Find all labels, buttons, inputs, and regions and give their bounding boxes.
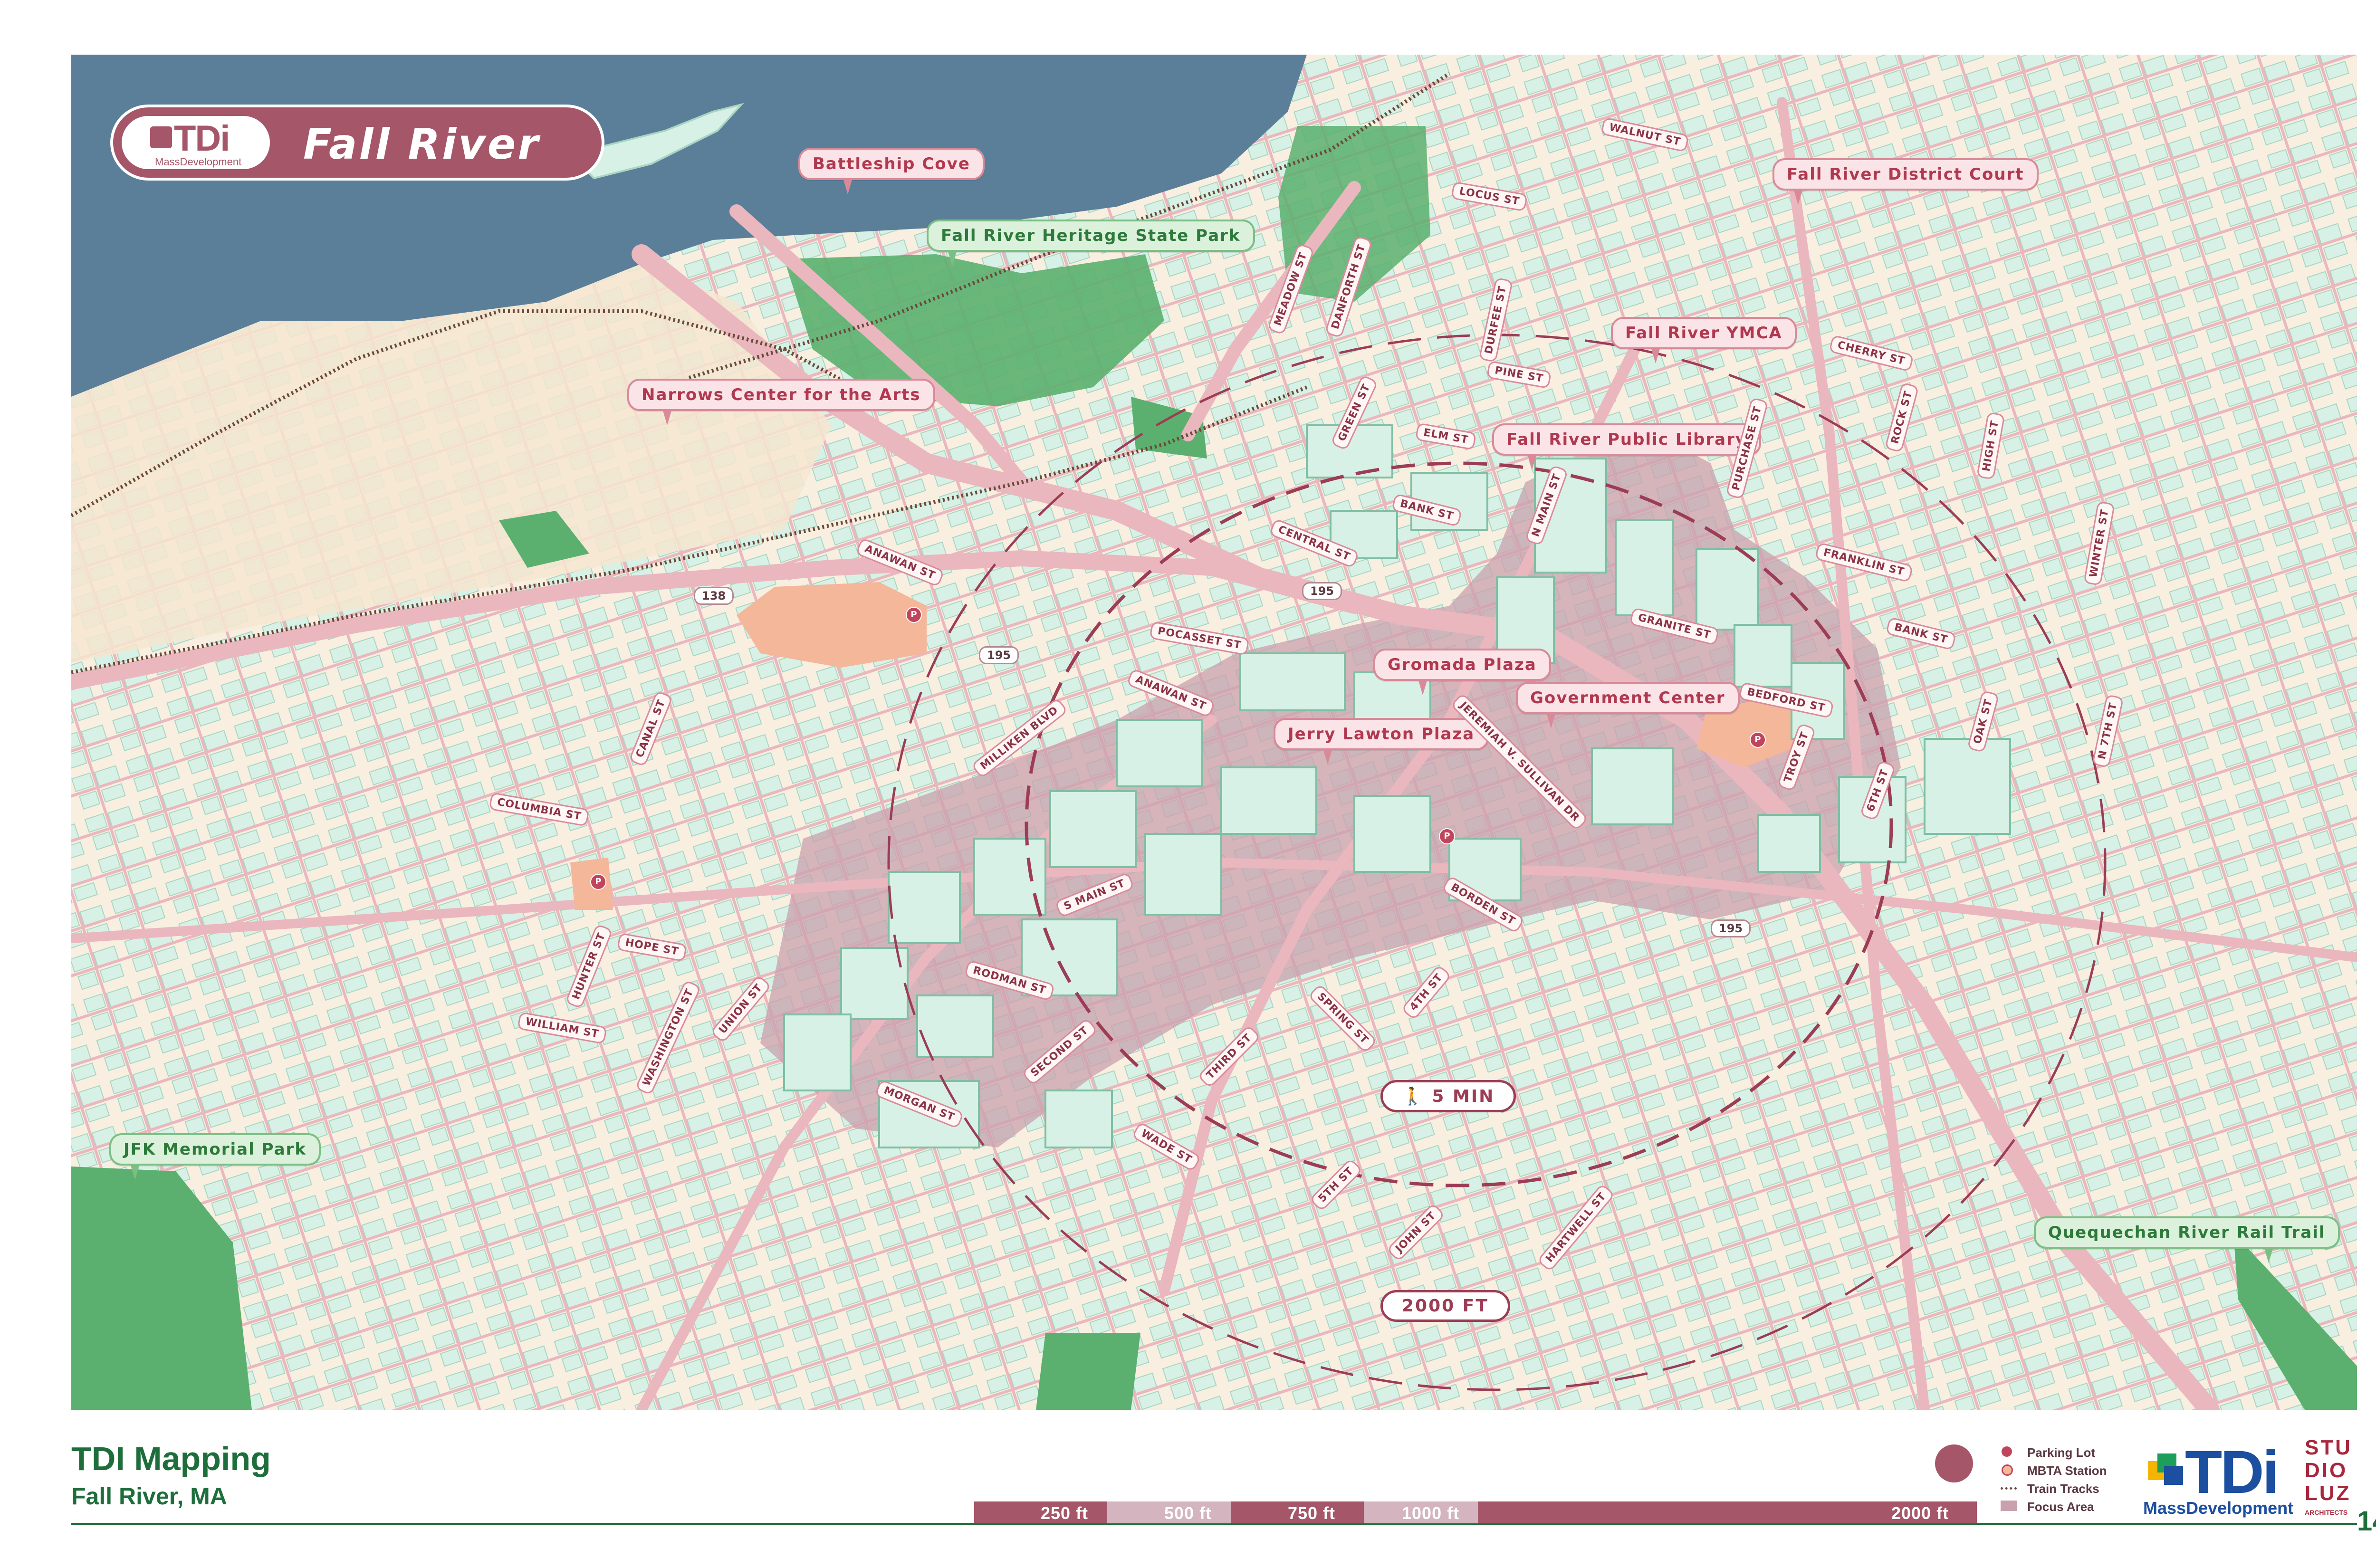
legend-label: Parking Lot [2027, 1445, 2096, 1460]
footer-title: TDI Mapping [71, 1440, 271, 1477]
scale-bar: 250 ft 500 ft 750 ft 1000 ft 2000 ft [974, 1501, 1977, 1523]
callout-label: Quequechan River Rail Trail [2048, 1223, 2326, 1242]
callout-label: JFK Memorial Park [124, 1140, 307, 1159]
callout-heritage-park[interactable]: Fall River Heritage State Park [927, 220, 1255, 266]
pedestrian-icon: 🚶 [1402, 1087, 1432, 1106]
walk-time-text: 5 MIN [1432, 1087, 1495, 1106]
route-shield-138: 138 [694, 587, 734, 605]
route-shield-195: 195 [1711, 919, 1751, 937]
scale-segment: 250 ft [974, 1501, 1107, 1523]
scale-label: 1000 ft [1402, 1503, 1460, 1523]
legend-item: Focus Area [2001, 1499, 2153, 1515]
callout-label: Fall River District Court [1787, 165, 2024, 184]
callout-government-center[interactable]: Government Center [1516, 682, 1740, 728]
scale-segment: 500 ft [1107, 1501, 1231, 1523]
legend-item: MBTA Station [2001, 1463, 2153, 1479]
tdi-cube-icon [2148, 1453, 2183, 1485]
parking-icon [2002, 1446, 2012, 1457]
tdi-logo-sub: MassDevelopment [155, 156, 242, 168]
studio-luz-line: LUZ [2305, 1482, 2351, 1505]
mbta-icon [2002, 1464, 2013, 1476]
parking-marker: P [1750, 732, 1766, 748]
callout-label: Jerry Lawton Plaza [1288, 725, 1475, 744]
scale-label: 500 ft [1164, 1503, 1212, 1523]
callout-label: Gromada Plaza [1388, 655, 1537, 674]
focus-area-swatch [2001, 1501, 2017, 1511]
legend-label: MBTA Station [2027, 1463, 2107, 1478]
callout-battleship-cove[interactable]: Battleship Cove [798, 148, 985, 194]
park-south [1036, 1333, 1140, 1410]
callout-jerry-lawton-plaza[interactable]: Jerry Lawton Plaza [1274, 718, 1489, 765]
map-svg [71, 55, 2357, 1410]
callout-quequechan-trail[interactable]: Quequechan River Rail Trail [2034, 1216, 2340, 1263]
tdi-mark-icon [150, 126, 172, 148]
studio-luz-line: STU [2305, 1436, 2352, 1459]
scale-segment: 750 ft [1231, 1501, 1364, 1523]
footer-subtitle: Fall River, MA [71, 1483, 227, 1510]
route-shield-195: 195 [1302, 582, 1342, 600]
legend-label: Focus Area [2027, 1500, 2094, 1514]
city-name: Fall River [303, 120, 540, 169]
parking-marker: P [1439, 828, 1455, 844]
massdevelopment-tdi-logo: TDi MassDevelopment [2143, 1437, 2295, 1518]
tdi-logo-sub: MassDevelopment [2143, 1498, 2294, 1518]
scale-label: 750 ft [1288, 1503, 1336, 1523]
north-arrow-icon [1935, 1444, 1973, 1482]
callout-label: Battleship Cove [813, 154, 970, 173]
legend-item: Parking Lot [2001, 1444, 2153, 1461]
callout-jfk-park[interactable]: JFK Memorial Park [109, 1133, 321, 1180]
legend-item: Train Tracks [2001, 1481, 2153, 1497]
callout-narrows-center[interactable]: Narrows Center for the Arts [627, 379, 935, 425]
train-track-icon [2001, 1487, 2017, 1490]
legend-label: Train Tracks [2027, 1482, 2099, 1496]
callout-gromada-plaza[interactable]: Gromada Plaza [1373, 649, 1551, 695]
studio-luz-line: DIO [2305, 1459, 2348, 1482]
parking-marker: P [590, 874, 606, 890]
walk-time-label: 🚶 5 MIN [1380, 1080, 1516, 1112]
studio-luz-sub: ARCHITECTS [2305, 1509, 2348, 1516]
scale-label: 250 ft [1041, 1503, 1089, 1523]
callout-label: Narrows Center for the Arts [642, 385, 921, 404]
tdi-logo-text: TDi [2185, 1438, 2279, 1506]
callout-district-court[interactable]: Fall River District Court [1772, 158, 2039, 205]
scale-segment: 2000 ft [1478, 1501, 1977, 1523]
map-canvas[interactable]: P P P P TDi MassDevelopment Fall River B… [71, 55, 2357, 1410]
callout-label: Fall River YMCA [1625, 324, 1782, 343]
scale-segment: 1000 ft [1364, 1501, 1478, 1523]
callout-label: Government Center [1530, 688, 1725, 708]
route-shield-195: 195 [979, 646, 1019, 664]
tdi-logo-text: TDi [174, 118, 230, 159]
scale-label: 2000 ft [1891, 1503, 1949, 1523]
parking-marker: P [906, 607, 922, 623]
tdi-logo: TDi MassDevelopment [120, 114, 272, 171]
studio-luz-logo: STU DIO LUZ ARCHITECTS [2305, 1437, 2357, 1518]
callout-label: Fall River Heritage State Park [941, 226, 1241, 245]
callout-library[interactable]: Fall River Public Library [1492, 423, 1762, 470]
distance-ring-label: 2000 FT [1380, 1290, 1510, 1322]
page-number: 14 [2357, 1506, 2376, 1537]
callout-label: Fall River Public Library [1506, 430, 1747, 449]
callout-ymca[interactable]: Fall River YMCA [1611, 317, 1797, 363]
title-badge: TDi MassDevelopment Fall River [110, 105, 604, 181]
